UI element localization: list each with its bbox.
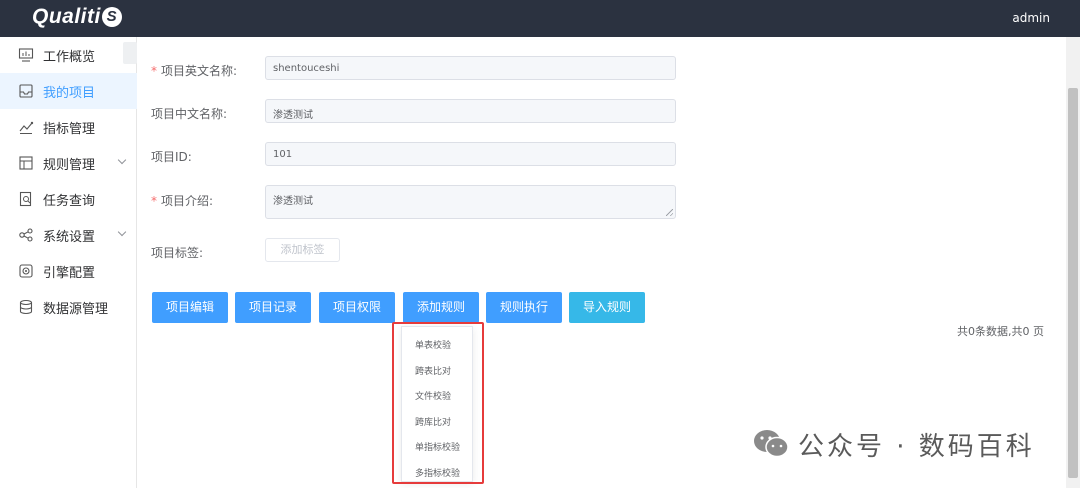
sidebar-item-metrics[interactable]: 指标管理 [0,109,137,145]
tags-label: 项目标签: [151,246,204,260]
highlight-box [392,322,484,484]
required-mark: * [151,64,157,78]
sidebar-item-my-projects[interactable]: 我的项目 [0,73,137,109]
document-search-icon [17,190,35,208]
intro-textarea[interactable]: 渗透测试 [265,185,676,219]
project-records-button[interactable]: 项目记录 [235,292,311,323]
layout-icon [17,154,35,172]
sidebar-item-settings[interactable]: 系统设置 [0,217,137,253]
user-menu[interactable]: admin [1012,11,1050,25]
sidebar-item-label: 规则管理 [43,157,96,173]
sidebar-item-label: 任务查询 [43,193,96,209]
en-name-field[interactable]: shentouceshi [265,56,676,80]
sidebar-item-label: 我的项目 [43,85,96,101]
sidebar-item-datasource[interactable]: 数据源管理 [0,289,137,325]
required-mark: * [151,194,157,208]
watermark-text: 公众号 · 数码百科 [798,431,1035,462]
wechat-icon [754,430,789,458]
intro-text: 渗透测试 [273,196,313,207]
monitor-icon [17,46,35,64]
logo-letter: S [101,7,122,27]
cn-name-field[interactable]: 渗透测试 [265,99,676,123]
project-id-field[interactable]: 101 [265,142,676,166]
run-rule-button[interactable]: 规则执行 [486,292,562,323]
sidebar-item-label: 数据源管理 [43,301,109,317]
cn-name-label: 项目中文名称: [151,107,228,121]
intro-label: * 项目介绍: [151,194,214,208]
sidebar-item-label: 工作概览 [43,49,96,65]
import-rule-button[interactable]: 导入规则 [569,292,645,323]
add-tag-button[interactable]: 添加标签 [265,238,340,262]
sidebar-item-rules[interactable]: 规则管理 [0,145,137,181]
inbox-icon [17,82,35,100]
sidebar-item-label: 指标管理 [43,121,96,137]
en-name-label: * 项目英文名称: [151,64,238,78]
metric-icon [17,118,35,136]
project-permissions-button[interactable]: 项目权限 [319,292,395,323]
resize-handle[interactable] [666,209,673,216]
watermark: 公众号 · 数码百科 [752,424,1035,464]
share-nodes-icon [17,226,35,244]
top-bar: Qualiti S admin [0,0,1080,37]
add-rule-button[interactable]: 添加规则 [403,292,479,323]
sidebar-item-label: 引擎配置 [43,265,96,281]
sidebar-item-tasks[interactable]: 任务查询 [0,181,137,217]
app-logo[interactable]: Qualiti S [32,5,122,29]
page-scrollbar-thumb[interactable] [1068,88,1078,478]
sidebar-item-engine[interactable]: 引擎配置 [0,253,137,289]
database-icon [17,298,35,316]
edit-project-button[interactable]: 项目编辑 [152,292,228,323]
project-detail-panel: * 项目英文名称: shentouceshi 项目中文名称: 渗透测试 项目ID:… [137,37,1066,488]
pagination-summary: 共0条数据,共0 页 [957,325,1044,338]
sidebar: 工作概览 我的项目 指标管理 规则管理 任务查询 系统设置 引擎配置 数据源管理 [0,37,137,488]
project-id-label: 项目ID: [151,150,192,164]
logo-text: Qualiti [32,5,101,28]
chevron-down-icon [117,227,127,237]
sidebar-item-overview[interactable]: 工作概览 [0,37,137,73]
chevron-down-icon [117,155,127,165]
sidebar-item-label: 系统设置 [43,229,96,245]
engine-icon [17,262,35,280]
